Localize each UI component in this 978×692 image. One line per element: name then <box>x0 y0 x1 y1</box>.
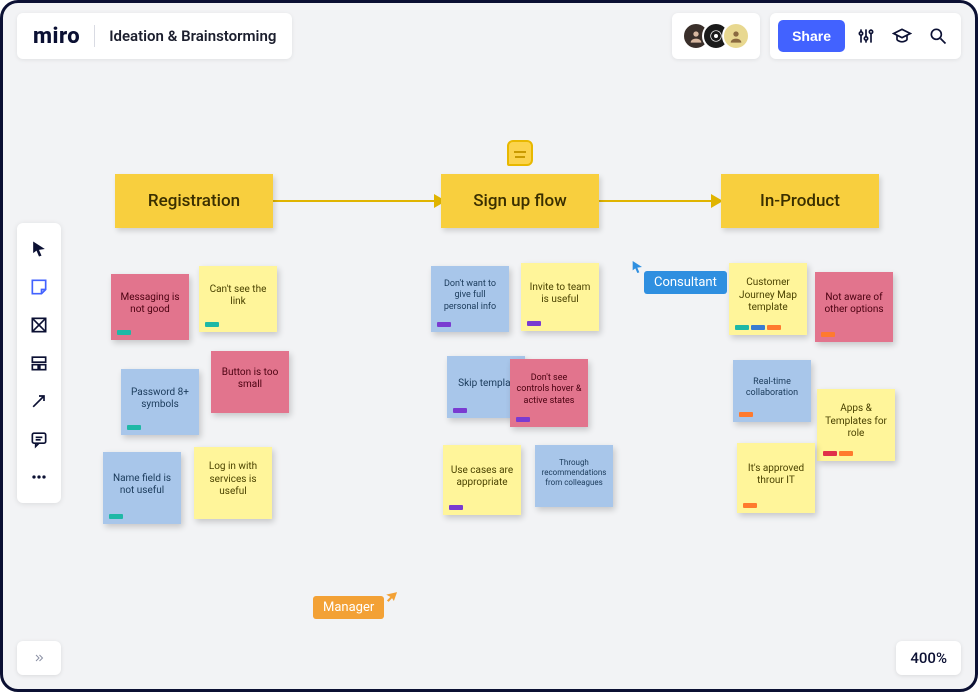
note-tag <box>767 325 781 330</box>
shape-tool-icon[interactable] <box>21 307 57 343</box>
sticky-text: Button is too small <box>217 367 283 392</box>
sticky-text: Invite to team is useful <box>527 282 593 307</box>
sticky-text: Through recommendations from colleagues <box>541 458 607 488</box>
left-toolbar <box>17 223 61 503</box>
flow-connector <box>598 200 713 202</box>
note-tag <box>127 425 141 430</box>
comment-tool-icon[interactable] <box>21 421 57 457</box>
sticky-text: Name field is not useful <box>109 473 175 498</box>
comment-badge-icon[interactable] <box>507 140 533 166</box>
remote-cursor: Consultant <box>630 257 727 294</box>
sticky-note-tool-icon[interactable] <box>21 269 57 305</box>
sticky-note[interactable]: Invite to team is useful <box>521 263 599 331</box>
sticky-text: It's approved throur IT <box>743 463 809 488</box>
note-tag <box>205 322 219 327</box>
sticky-note[interactable]: Use cases are appropriate <box>443 445 521 515</box>
title-container: miro Ideation & Brainstorming <box>17 13 292 59</box>
sticky-note[interactable]: Messaging is not good <box>111 274 189 340</box>
sticky-text: Don't see controls hover & active states <box>516 373 582 407</box>
sticky-text: Use cases are appropriate <box>449 465 515 490</box>
sticky-note[interactable]: Don't see controls hover & active states <box>510 359 588 427</box>
column-header[interactable]: Registration <box>115 174 273 228</box>
note-tag <box>453 408 467 413</box>
more-tools-icon[interactable] <box>21 459 57 495</box>
sticky-text: Password 8+ symbols <box>127 387 193 412</box>
column-header[interactable]: In-Product <box>721 174 879 228</box>
sticky-note[interactable]: Real-time collaboration <box>733 360 811 422</box>
note-tag <box>823 451 837 456</box>
learn-icon[interactable] <box>887 21 917 51</box>
sticky-text: Messaging is not good <box>117 292 183 317</box>
top-actions: Share <box>770 13 961 59</box>
note-tag <box>117 330 131 335</box>
sticky-text: Customer Journey Map template <box>735 277 801 315</box>
frame-tool-icon[interactable] <box>21 345 57 381</box>
collapse-toolbar-button[interactable] <box>17 641 61 675</box>
note-tag <box>821 332 835 337</box>
miro-logo[interactable]: miro <box>33 24 80 49</box>
settings-icon[interactable] <box>851 21 881 51</box>
sticky-note[interactable]: Through recommendations from colleagues <box>535 445 613 507</box>
search-icon[interactable] <box>923 21 953 51</box>
avatar[interactable] <box>722 22 750 50</box>
cursor-label-text: Consultant <box>644 271 727 294</box>
sticky-note[interactable]: Can't see the link <box>199 266 277 332</box>
remote-cursor: Manager <box>315 596 398 619</box>
sticky-note[interactable]: Name field is not useful <box>103 452 181 524</box>
note-tag <box>751 325 765 330</box>
note-tag <box>109 514 123 519</box>
app-frame: miro Ideation & Brainstorming Share <box>0 0 978 692</box>
zoom-level[interactable]: 400% <box>896 641 961 675</box>
sticky-note[interactable]: Don't want to give full personal info <box>431 266 509 332</box>
cursor-label-text: Manager <box>313 596 384 619</box>
sticky-note[interactable]: It's approved throur IT <box>737 443 815 513</box>
flow-connector <box>271 200 436 202</box>
column-header[interactable]: Sign up flow <box>441 174 599 228</box>
sticky-text: Can't see the link <box>205 284 271 309</box>
sticky-note[interactable]: Apps & Templates for role <box>817 389 895 461</box>
note-tag <box>437 322 451 327</box>
note-tag <box>516 417 530 422</box>
sticky-text: Not aware of other options <box>821 292 887 317</box>
sticky-note[interactable]: Log in with services is useful <box>194 447 272 519</box>
board-title[interactable]: Ideation & Brainstorming <box>109 27 276 45</box>
sticky-text: Real-time collaboration <box>739 377 805 400</box>
sticky-note[interactable]: Password 8+ symbols <box>121 369 199 435</box>
sticky-text: Apps & Templates for role <box>823 403 889 441</box>
note-tag <box>743 503 757 508</box>
title-divider <box>94 25 95 47</box>
sticky-note[interactable]: Customer Journey Map template <box>729 263 807 335</box>
note-tag <box>735 325 749 330</box>
sticky-text: Skip templat <box>458 378 514 391</box>
note-tag <box>449 505 463 510</box>
note-tag <box>527 321 541 326</box>
note-tag <box>739 412 753 417</box>
sticky-text: Log in with services is useful <box>200 461 266 499</box>
sticky-note[interactable]: Not aware of other options <box>815 272 893 342</box>
pointer-tool-icon[interactable] <box>21 231 57 267</box>
top-bar: miro Ideation & Brainstorming Share <box>17 13 961 59</box>
sticky-note[interactable]: Button is too small <box>211 351 289 413</box>
note-tag <box>839 451 853 456</box>
arrow-tool-icon[interactable] <box>21 383 57 419</box>
share-button[interactable]: Share <box>778 20 845 52</box>
sticky-text: Don't want to give full personal info <box>437 279 503 313</box>
collaborator-avatars[interactable] <box>672 13 760 59</box>
